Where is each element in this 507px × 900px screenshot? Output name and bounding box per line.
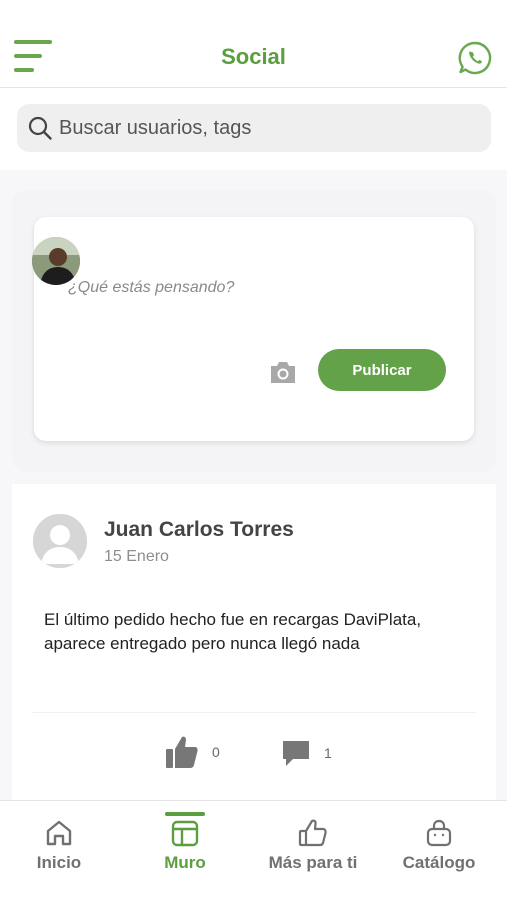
tab-label-muro: Muro bbox=[164, 853, 206, 872]
tab-inicio[interactable]: Inicio bbox=[0, 801, 122, 900]
post-date: 15 Enero bbox=[104, 548, 169, 565]
author-avatar[interactable] bbox=[33, 514, 87, 568]
search-icon bbox=[28, 116, 52, 140]
shopping-bag-icon bbox=[426, 819, 452, 847]
post-composer: ¿Qué estás pensando? Publicar bbox=[32, 217, 474, 441]
tab-muro[interactable]: Muro bbox=[122, 801, 248, 900]
tab-label-mas-para-ti: Más para ti bbox=[268, 853, 358, 872]
wall-layout-icon bbox=[171, 820, 199, 847]
composer-prompt[interactable]: ¿Qué estás pensando? bbox=[68, 279, 234, 297]
like-count: 0 bbox=[212, 744, 220, 760]
bottom-nav: Inicio Muro Más para ti Catálogo bbox=[0, 800, 507, 900]
camera-icon[interactable] bbox=[268, 359, 298, 385]
tab-mas-para-ti[interactable]: Más para ti bbox=[250, 801, 376, 900]
search-bar bbox=[17, 104, 491, 152]
comment-button[interactable]: 1 bbox=[280, 738, 332, 768]
whatsapp-icon[interactable] bbox=[457, 40, 493, 76]
post-author[interactable]: Juan Carlos Torres bbox=[104, 518, 294, 542]
post-divider bbox=[32, 712, 476, 713]
post-card: Juan Carlos Torres 15 Enero El último pe… bbox=[12, 484, 496, 800]
tab-label-catalogo: Catálogo bbox=[402, 853, 476, 872]
thumbs-up-icon bbox=[166, 736, 198, 768]
tab-label-inicio: Inicio bbox=[36, 853, 82, 872]
search-input[interactable] bbox=[59, 116, 479, 140]
post-body: El último pedido hecho fue en recargas D… bbox=[44, 610, 422, 653]
tab-catalogo[interactable]: Catálogo bbox=[376, 801, 502, 900]
page-title: Social bbox=[221, 44, 286, 69]
active-tab-indicator bbox=[165, 812, 205, 816]
thumbs-up-icon bbox=[298, 819, 327, 847]
top-bar: Social bbox=[0, 0, 507, 88]
comment-icon bbox=[283, 741, 309, 766]
publish-button[interactable]: Publicar bbox=[318, 349, 446, 391]
home-icon bbox=[46, 820, 72, 846]
user-avatar bbox=[32, 237, 80, 285]
like-button[interactable]: 0 bbox=[164, 734, 220, 770]
comment-count: 1 bbox=[324, 745, 332, 761]
